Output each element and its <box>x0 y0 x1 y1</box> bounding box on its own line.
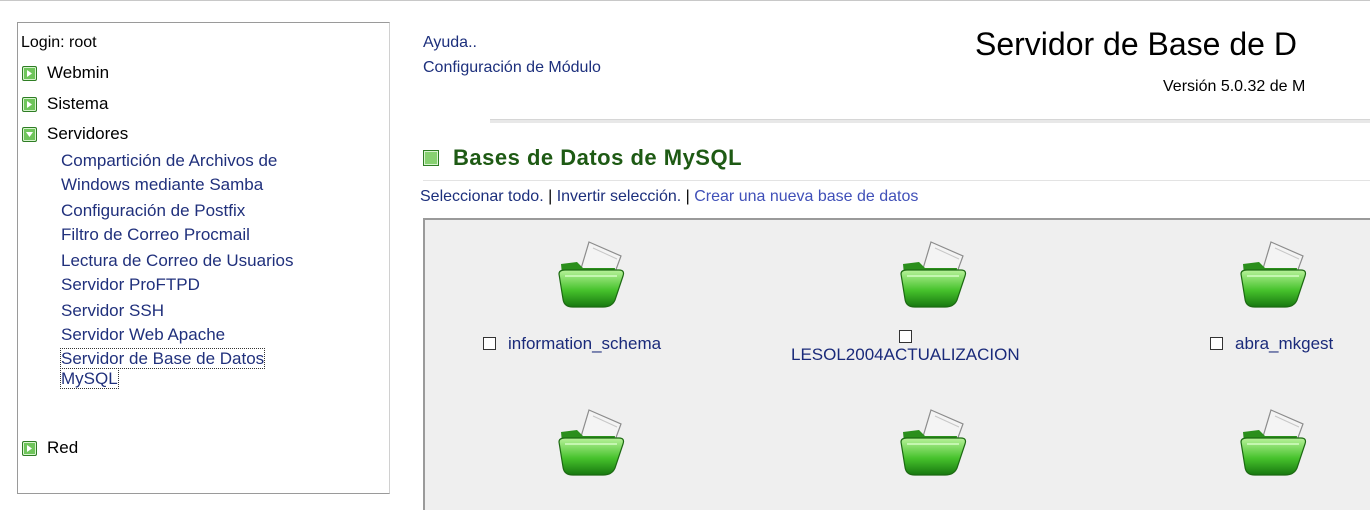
database-folder-icon[interactable] <box>1237 238 1313 315</box>
left-navigation-frame: Login: root Webmin Sistema Servidores Co… <box>17 22 390 494</box>
category-webmin[interactable]: Webmin <box>22 62 109 84</box>
sidebar-item-mysql[interactable]: Servidor de Base de Datos MySQL <box>59 348 266 389</box>
category-label: Sistema <box>47 94 109 113</box>
expand-icon <box>22 440 37 456</box>
sidebar-item-usermail[interactable]: Lectura de Correo de Usuarios <box>61 249 293 273</box>
category-servidores[interactable]: Servidores <box>22 123 128 145</box>
sidebar-item-proftpd[interactable]: Servidor ProFTPD <box>61 273 200 297</box>
database-checkbox[interactable] <box>1210 337 1223 350</box>
database-entry-information-schema: information_schema <box>483 334 661 354</box>
database-folder-icon[interactable] <box>897 238 973 315</box>
database-entry-lesol: LESOL2004ACTUALIZACION <box>791 330 1020 365</box>
database-folder-icon[interactable] <box>555 406 631 483</box>
category-label: Webmin <box>47 63 110 82</box>
header-divider <box>490 119 1370 123</box>
login-label: Login: root <box>21 34 97 51</box>
version-label: Versión 5.0.32 de M <box>1163 78 1306 95</box>
sidebar-item-postfix[interactable]: Configuración de Postfix <box>61 199 245 223</box>
invert-selection-link[interactable]: Invertir selección. <box>557 188 682 205</box>
database-checkbox[interactable] <box>898 330 912 343</box>
link-separator: | <box>543 188 557 205</box>
database-name-link[interactable]: abra_mkgest <box>1235 334 1333 354</box>
sidebar-item-samba-line2[interactable]: Windows mediante Samba <box>61 173 263 197</box>
category-label: Servidores <box>47 124 129 143</box>
create-database-link[interactable]: Crear una nueva base de datos <box>694 188 918 205</box>
category-red[interactable]: Red <box>22 437 78 459</box>
top-divider <box>0 0 1370 1</box>
section-square-icon <box>423 150 439 166</box>
expand-icon <box>22 65 37 81</box>
help-link[interactable]: Ayuda.. <box>423 30 601 55</box>
expand-icon <box>22 96 37 112</box>
database-entry-abra-mkgest: abra_mkgest <box>1210 334 1333 354</box>
section-header: Bases de Datos de MySQL <box>423 145 742 171</box>
section-title: Bases de Datos de MySQL <box>453 145 743 170</box>
database-folder-icon[interactable] <box>1237 406 1313 483</box>
sidebar-item-mysql-line1: Servidor de Base de Datos <box>59 348 266 369</box>
category-sistema[interactable]: Sistema <box>22 93 108 115</box>
database-name-link[interactable]: LESOL2004ACTUALIZACION <box>791 345 1020 365</box>
sidebar-item-apache[interactable]: Servidor Web Apache <box>61 323 225 347</box>
header-links: Ayuda.. Configuración de Módulo <box>423 30 601 80</box>
section-divider <box>423 180 1370 181</box>
sidebar-item-mysql-line2: MySQL <box>60 368 119 389</box>
page-title: Servidor de Base de D <box>975 26 1297 62</box>
sidebar-item-ssh[interactable]: Servidor SSH <box>61 299 164 323</box>
database-folder-icon[interactable] <box>555 238 631 315</box>
category-label: Red <box>47 438 79 457</box>
sidebar-item-procmail[interactable]: Filtro de Correo Procmail <box>61 223 250 247</box>
link-separator: | <box>681 188 695 205</box>
collapse-icon <box>22 126 37 142</box>
module-config-link[interactable]: Configuración de Módulo <box>423 55 601 80</box>
database-name-link[interactable]: information_schema <box>508 334 661 354</box>
database-grid: information_schema LESOL2004ACTUALIZACIO… <box>423 218 1370 510</box>
sidebar-item-samba[interactable]: Compartición de Archivos de <box>61 149 277 173</box>
database-checkbox[interactable] <box>483 337 496 350</box>
selection-links: Seleccionar todo. | Invertir selección. … <box>420 188 918 206</box>
select-all-link[interactable]: Seleccionar todo. <box>420 188 544 205</box>
database-folder-icon[interactable] <box>897 406 973 483</box>
